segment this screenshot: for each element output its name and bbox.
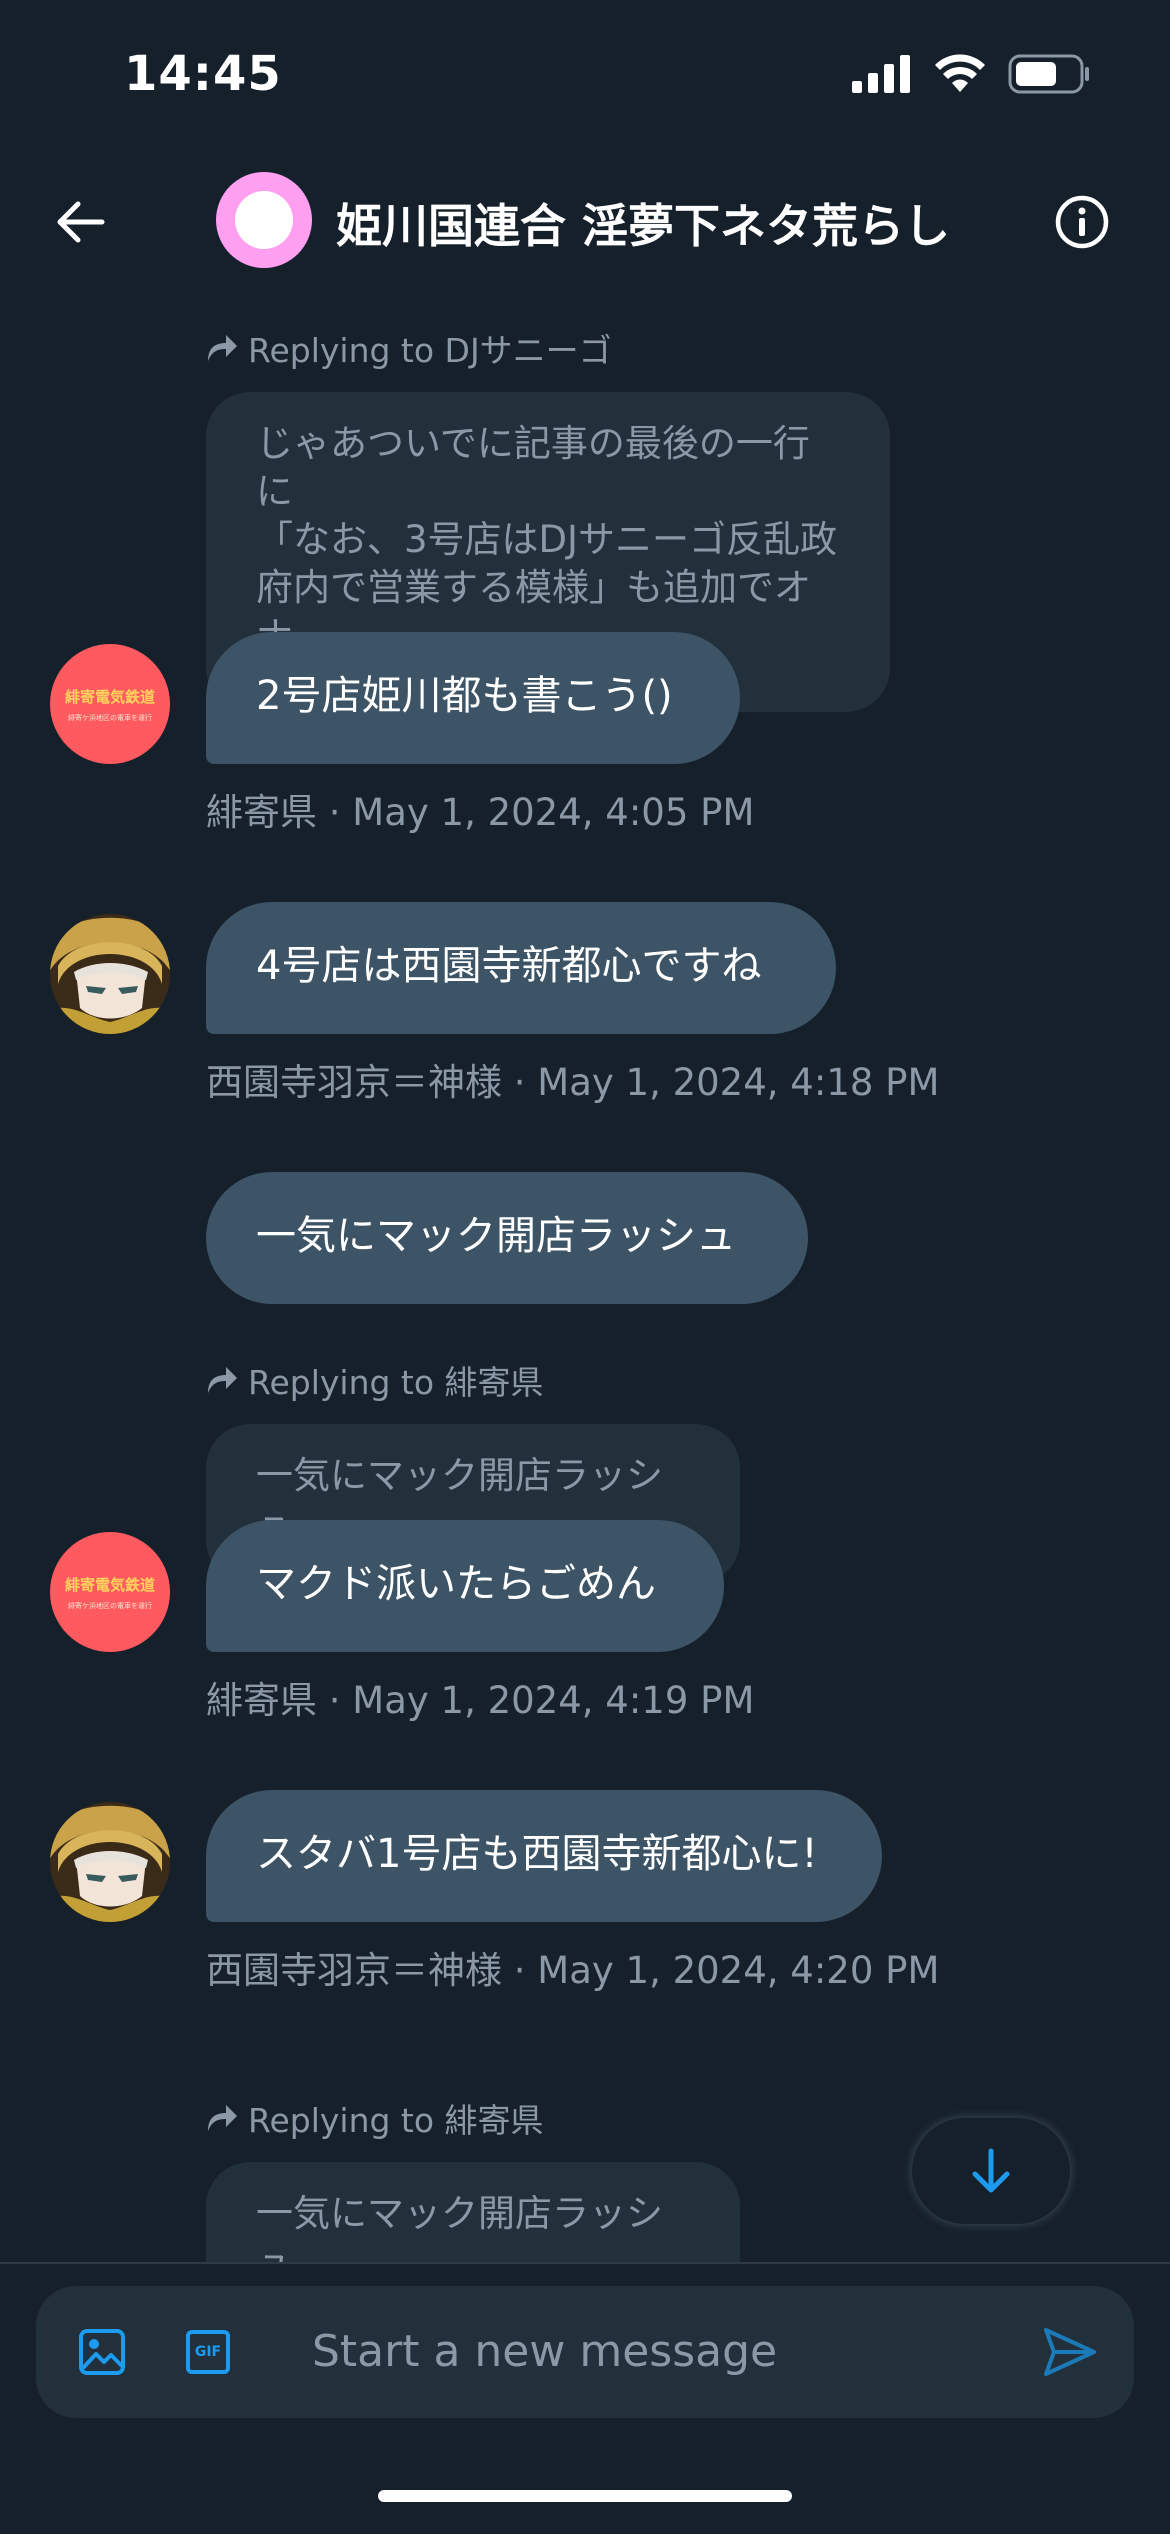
status-icons bbox=[852, 54, 1090, 94]
anime-character-avatar bbox=[50, 1802, 170, 1922]
reply-indicator: Replying to DJサニーゴ bbox=[206, 324, 612, 372]
message-meta: 緋寄県 · May 1, 2024, 4:05 PM bbox=[206, 791, 755, 834]
reply-label: Replying to 緋寄県 bbox=[248, 2101, 544, 2140]
info-button[interactable] bbox=[1054, 194, 1110, 250]
image-icon[interactable] bbox=[78, 2328, 126, 2376]
message-composer[interactable]: GIF Start a new message bbox=[36, 2286, 1134, 2418]
message-bubble[interactable]: 一気にマック開店ラッシュ bbox=[206, 1172, 808, 1304]
reply-arrow-icon bbox=[208, 2105, 237, 2131]
scroll-to-bottom-button[interactable] bbox=[912, 2118, 1070, 2224]
message-meta: 緋寄県 · May 1, 2024, 4:19 PM bbox=[206, 1679, 755, 1722]
quoted-line: 「なお、3号店はDJサニーゴ反乱政 bbox=[256, 518, 837, 561]
gif-icon[interactable]: GIF bbox=[186, 2330, 230, 2374]
gif-label: GIF bbox=[194, 2344, 222, 2360]
message-meta: 西園寺羽京＝神様 · May 1, 2024, 4:20 PM bbox=[206, 1949, 940, 1992]
reply-label: Replying to DJサニーゴ bbox=[248, 331, 612, 370]
anime-character-avatar bbox=[50, 914, 170, 1034]
arrow-down-icon bbox=[972, 2148, 1010, 2193]
message-bubble[interactable]: 2号店姫川都も書こう() bbox=[206, 632, 740, 764]
avatar-subtext: 緋寄ケ浜地区の電車を運行 bbox=[68, 1601, 152, 1610]
message-input[interactable]: Start a new message bbox=[312, 2326, 777, 2377]
message-text: 4号店は西園寺新都心ですね bbox=[256, 943, 762, 989]
message-meta: 西園寺羽京＝神様 · May 1, 2024, 4:18 PM bbox=[206, 1061, 940, 1104]
message-bubble[interactable]: スタバ1号店も西園寺新都心に! bbox=[206, 1790, 882, 1922]
reply-label: Replying to 緋寄県 bbox=[248, 1363, 544, 1402]
avatar[interactable]: 緋寄電気鉄道 緋寄ケ浜地区の電車を運行 bbox=[50, 1532, 170, 1652]
message-text: マクド派いたらごめん bbox=[256, 1561, 656, 1607]
avatar[interactable]: 緋寄電気鉄道 緋寄ケ浜地区の電車を運行 bbox=[50, 644, 170, 764]
send-icon[interactable] bbox=[1042, 2326, 1098, 2378]
message-text: 2号店姫川都も書こう() bbox=[256, 673, 673, 719]
avatar[interactable] bbox=[50, 1802, 170, 1922]
back-button[interactable] bbox=[48, 190, 112, 254]
quoted-line: じゃあついでに記事の最後の一行に bbox=[256, 422, 810, 513]
avatar-subtext: 緋寄ケ浜地区の電車を運行 bbox=[68, 713, 152, 722]
message-text: スタバ1号店も西園寺新都心に! bbox=[256, 1831, 818, 1877]
conversation-title[interactable]: 姫川国連合 淫夢下ネタ荒らし bbox=[336, 190, 950, 256]
reply-indicator: Replying to 緋寄県 bbox=[206, 2094, 544, 2142]
home-indicator bbox=[378, 2490, 792, 2502]
message-bubble[interactable]: 4号店は西園寺新都心ですね bbox=[206, 902, 836, 1034]
arrow-left-icon bbox=[57, 201, 105, 243]
info-icon bbox=[1055, 195, 1109, 249]
message-text: 一気にマック開店ラッシュ bbox=[256, 1213, 736, 1259]
reply-arrow-icon bbox=[208, 1367, 237, 1393]
status-time: 14:45 bbox=[124, 46, 282, 102]
wifi-icon bbox=[935, 54, 985, 92]
avatar[interactable] bbox=[50, 914, 170, 1034]
cellular-signal-icon bbox=[852, 55, 910, 93]
quoted-line: 一気にマック開店ラッシュ bbox=[256, 2192, 663, 2262]
message-bubble[interactable]: マクド派いたらごめん bbox=[206, 1520, 724, 1652]
battery-icon bbox=[1008, 54, 1089, 94]
quoted-message[interactable]: 一気にマック開店ラッシュ bbox=[206, 2162, 740, 2262]
avatar-text: 緋寄電気鉄道 bbox=[64, 1575, 155, 1594]
avatar-text: 緋寄電気鉄道 bbox=[64, 687, 155, 706]
group-avatar[interactable] bbox=[216, 172, 312, 268]
reply-indicator: Replying to 緋寄県 bbox=[206, 1356, 544, 1404]
reply-arrow-icon bbox=[208, 335, 237, 361]
